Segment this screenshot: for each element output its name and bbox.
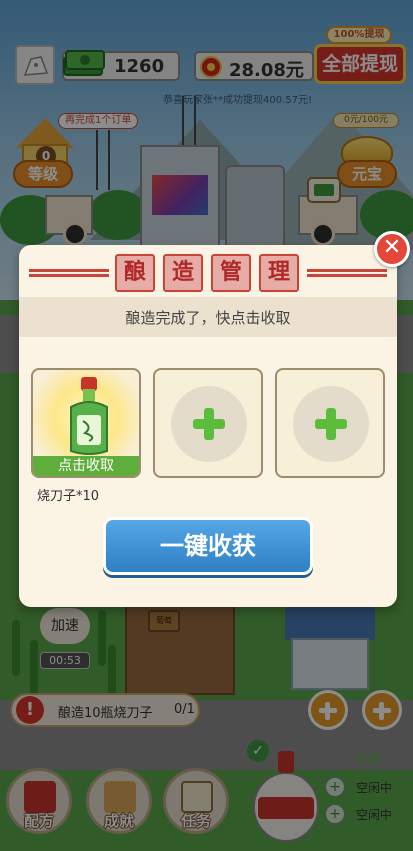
green-bottle-icon bbox=[70, 377, 108, 455]
close-icon[interactable]: ✕ bbox=[374, 231, 410, 267]
harvest-all-button[interactable]: 一键收获 bbox=[103, 517, 313, 575]
add-recipe-icon bbox=[171, 386, 247, 462]
title-decoration bbox=[307, 269, 387, 277]
add-recipe-icon bbox=[293, 386, 369, 462]
dialog-title-char: 造 bbox=[163, 254, 203, 292]
brew-slot-empty[interactable] bbox=[153, 368, 263, 478]
brewing-management-dialog: 酿 造 管 理 酿造完成了，快点击收取 点击收取 烧刀子*10 一键收获 bbox=[19, 245, 397, 607]
dialog-title-char: 酿 bbox=[115, 254, 155, 292]
slot-caption: 烧刀子*10 bbox=[37, 489, 100, 504]
brew-slot-ready[interactable]: 点击收取 bbox=[31, 368, 141, 478]
dialog-title-char: 管 bbox=[211, 254, 251, 292]
title-decoration bbox=[29, 269, 109, 277]
dialog-title-char: 理 bbox=[259, 254, 299, 292]
collect-label[interactable]: 点击收取 bbox=[33, 456, 139, 476]
brew-slot-empty[interactable] bbox=[275, 368, 385, 478]
dialog-subtitle: 酿造完成了，快点击收取 bbox=[125, 309, 291, 327]
